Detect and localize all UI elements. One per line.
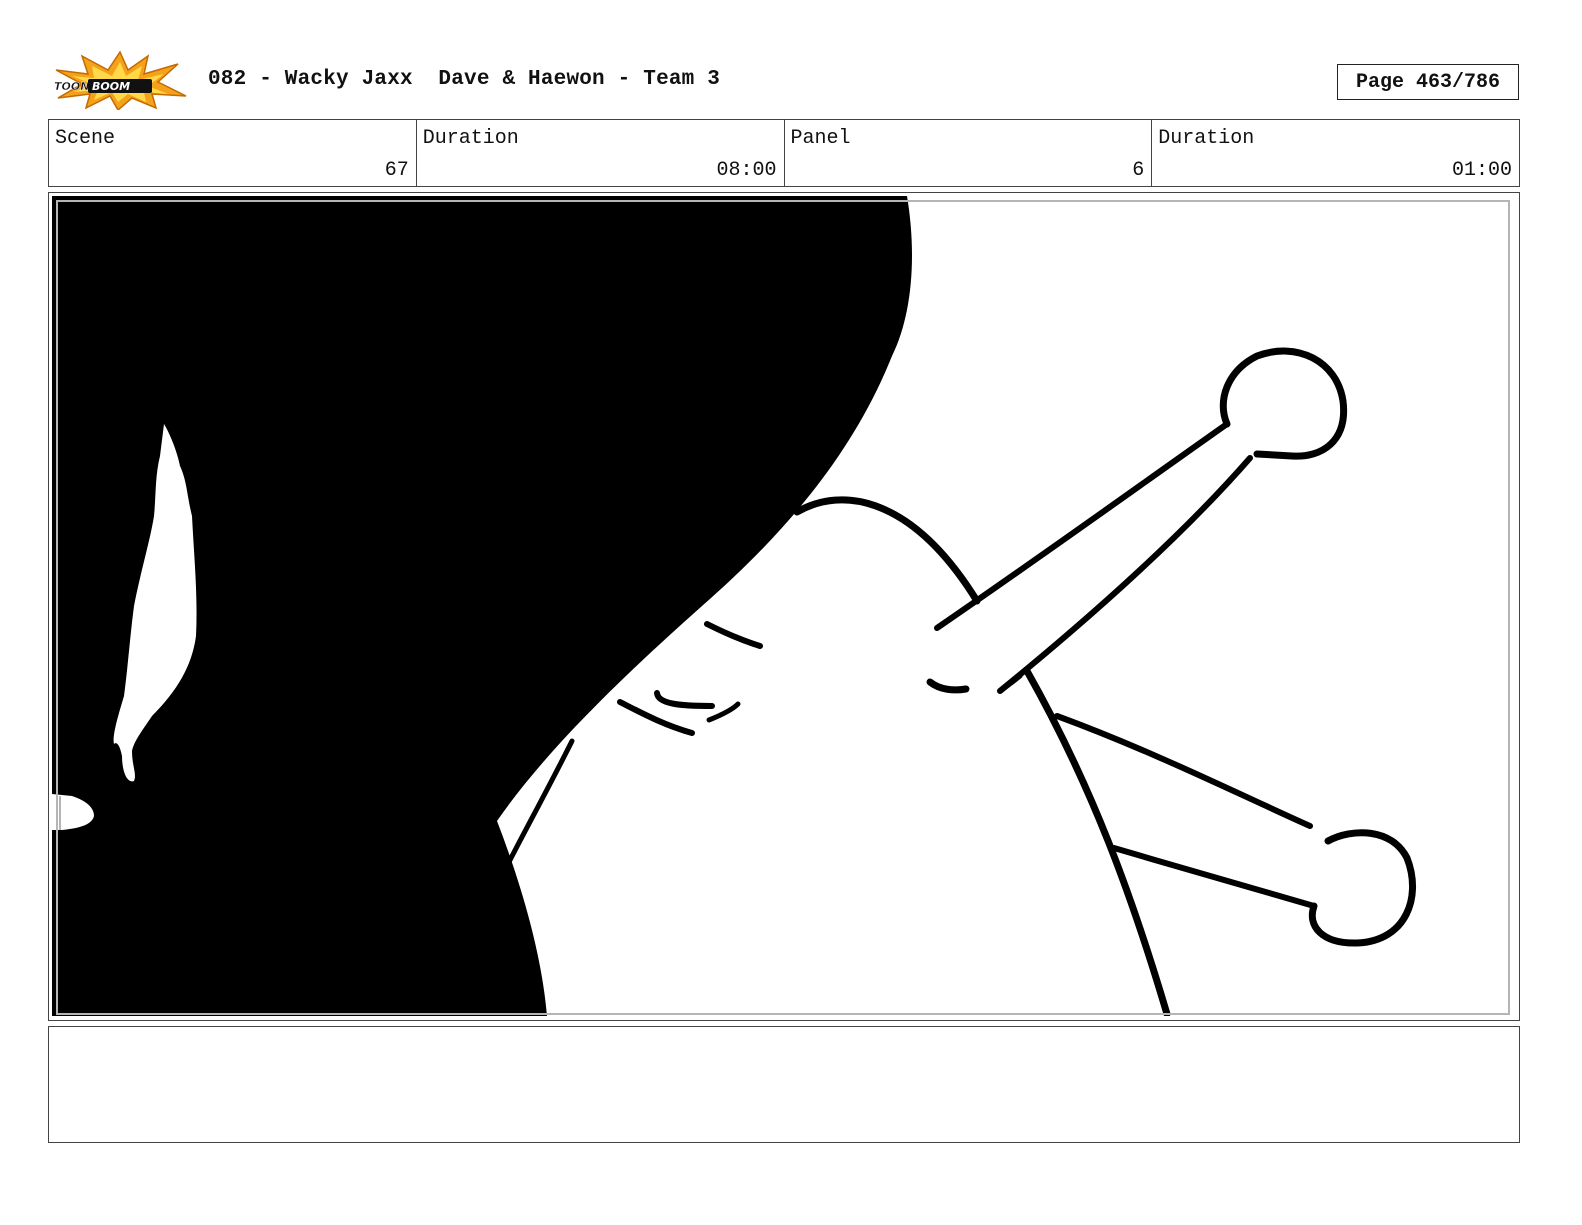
storyboard-panel bbox=[48, 192, 1520, 1021]
toon-boom-logo: TOON BOOM bbox=[54, 50, 187, 110]
svg-text:TOON: TOON bbox=[54, 80, 89, 93]
panel-label: Panel bbox=[790, 127, 851, 150]
panel-number: 6 bbox=[1132, 159, 1145, 182]
panel-duration-label: Duration bbox=[1158, 127, 1255, 150]
storyboard-header: TOON BOOM 082 - Wacky Jaxx Dave & Haewon… bbox=[0, 0, 1582, 115]
scene-duration-cell: Duration 08:00 bbox=[417, 120, 785, 186]
page-indicator: Page 463/786 bbox=[1337, 64, 1519, 100]
scene-duration-label: Duration bbox=[422, 127, 519, 150]
scene-duration-value: 08:00 bbox=[716, 159, 777, 182]
panel-duration-value: 01:00 bbox=[1451, 159, 1512, 182]
storyboard-title: 082 - Wacky Jaxx Dave & Haewon - Team 3 bbox=[208, 68, 721, 91]
scene-cell: Scene 67 bbox=[49, 120, 417, 186]
panel-drawing-area bbox=[52, 196, 1510, 1016]
panel-notes-box[interactable] bbox=[48, 1026, 1520, 1143]
scene-number: 67 bbox=[384, 159, 409, 182]
scene-label: Scene bbox=[55, 127, 116, 150]
svg-text:BOOM: BOOM bbox=[92, 80, 130, 93]
safe-frame-guide bbox=[56, 200, 1510, 1015]
panel-cell: Panel 6 bbox=[785, 120, 1153, 186]
panel-duration-cell: Duration 01:00 bbox=[1152, 120, 1519, 186]
scene-info-table: Scene 67 Duration 08:00 Panel 6 Duration… bbox=[48, 119, 1520, 187]
